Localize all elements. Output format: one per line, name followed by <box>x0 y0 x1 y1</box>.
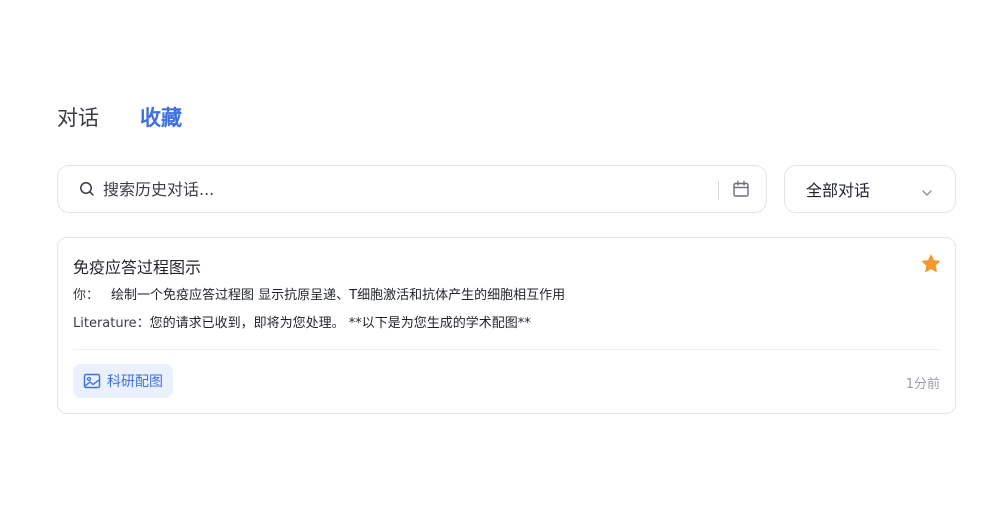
card-divider <box>73 349 940 350</box>
search-divider <box>718 181 719 200</box>
user-message-text: 绘制一个免疫应答过程图 显示抗原呈递、T细胞激活和抗体产生的细胞相互作用 <box>111 288 566 303</box>
conversation-card[interactable]: 免疫应答过程图示 你： 绘制一个免疫应答过程图 显示抗原呈递、T细胞激活和抗体产生… <box>57 237 956 414</box>
chevron-down-icon <box>921 184 933 196</box>
conversation-timestamp: 1分前 <box>905 377 940 392</box>
search-box <box>57 165 767 213</box>
tab-conversations[interactable]: 对话 <box>57 100 99 136</box>
tab-favorites[interactable]: 收藏 <box>140 100 182 136</box>
category-tag-label: 科研配图 <box>107 374 163 390</box>
star-icon[interactable] <box>920 253 942 275</box>
category-tag[interactable]: 科研配图 <box>73 364 173 398</box>
search-input[interactable] <box>103 174 703 204</box>
conversation-title: 免疫应答过程图示 <box>73 258 202 277</box>
assistant-message-preview: Literature：您的请求已收到，即将为您处理。 **以下是为您生成的学术配… <box>73 315 531 333</box>
image-icon <box>83 372 101 390</box>
favorites-page: 对话 收藏 全部对话 免疫应答过程图示 <box>0 0 995 524</box>
calendar-icon[interactable] <box>732 180 750 198</box>
assistant-message-prefix: Literature： <box>73 316 150 331</box>
user-message-preview: 你： 绘制一个免疫应答过程图 显示抗原呈递、T细胞激活和抗体产生的细胞相互作用 <box>73 287 565 305</box>
filter-selected-label: 全部对话 <box>806 181 871 200</box>
assistant-message-text: 您的请求已收到，即将为您处理。 **以下是为您生成的学术配图** <box>149 316 531 331</box>
search-icon <box>79 181 95 197</box>
user-message-prefix: 你： <box>73 288 100 303</box>
tab-bar: 对话 收藏 <box>57 100 182 136</box>
conversation-filter-select[interactable]: 全部对话 <box>784 165 956 213</box>
